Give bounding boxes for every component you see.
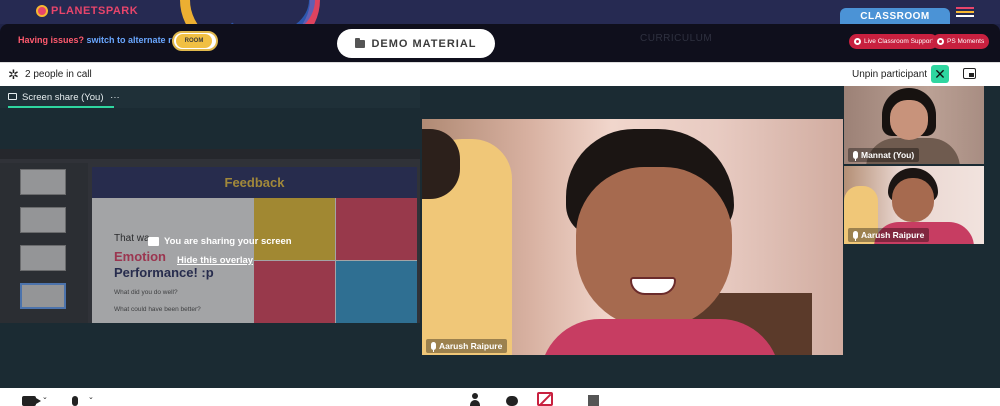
active-tab-underline <box>8 106 114 108</box>
planetspark-logo[interactable]: PLANETSPARK <box>36 5 138 17</box>
folder-icon <box>355 37 366 48</box>
call-controls-bar: ⌄ ⌄ <box>0 388 1000 406</box>
participant-name-tag: Aarush Raipure <box>426 339 508 353</box>
issues-banner: Having issues? switch to alternate room <box>18 35 191 45</box>
chevron-down-icon[interactable]: ⌄ <box>88 393 94 401</box>
mic-icon <box>853 151 858 161</box>
screen-share-tab[interactable]: Screen share (You) ··· <box>0 86 420 108</box>
participant-name-tag: Aarush Raipure <box>848 228 930 242</box>
participant-name: Mannat (You) <box>861 150 915 160</box>
demo-material-button[interactable]: DEMO MATERIAL <box>337 29 495 58</box>
hide-overlay-link[interactable]: Hide this overlay <box>177 255 253 266</box>
unpin-participant-label[interactable]: Unpin participant <box>852 69 927 80</box>
support-icon <box>854 38 861 45</box>
curriculum-label: CURRICULUM <box>640 33 713 44</box>
demo-material-label: DEMO MATERIAL <box>371 37 477 50</box>
ps-moments-button[interactable]: PS Moments <box>932 34 990 49</box>
chat-icon[interactable] <box>506 396 518 406</box>
screen-share-preview: Feedback That wa Emotion Performance! :p… <box>0 149 420 323</box>
screen-share-icon <box>148 237 159 246</box>
mic-icon <box>431 342 436 352</box>
main-video-tile[interactable]: Aarush Raipure <box>422 119 843 355</box>
mic-icon <box>853 231 858 241</box>
stop-share-icon[interactable] <box>537 392 553 406</box>
hamburger-menu-icon[interactable] <box>956 7 974 17</box>
participant-name: Aarush Raipure <box>439 341 503 351</box>
mic-icon[interactable] <box>72 396 78 406</box>
more-options-icon[interactable]: ··· <box>110 92 120 103</box>
grid-icon[interactable] <box>588 395 599 406</box>
screen-share-tab-label: Screen share (You) ··· <box>22 92 120 103</box>
people-count: 2 people in call <box>25 69 92 80</box>
moments-icon <box>937 38 944 45</box>
pip-icon[interactable] <box>963 68 976 79</box>
screen-share-title: Screen share (You) <box>22 92 104 103</box>
logo-text: PLANETSPARK <box>51 5 139 17</box>
top-navbar: PLANETSPARK CLASSROOM <box>0 0 1000 60</box>
room-toggle-label: ROOM <box>176 34 212 48</box>
video-stage: Screen share (You) ··· Feedback That wa … <box>0 86 1000 388</box>
sharing-text: You are sharing your screen <box>164 236 292 247</box>
close-icon[interactable]: ✕ <box>931 65 949 83</box>
participant-tile[interactable]: Mannat (You) <box>844 86 984 164</box>
person-icon[interactable] <box>470 393 480 406</box>
chevron-down-icon[interactable]: ⌄ <box>42 393 48 401</box>
live-support-label: Live Classroom Support <box>864 38 934 45</box>
gear-icon[interactable]: ✲ <box>8 68 19 81</box>
room-toggle[interactable]: ROOM <box>172 31 218 51</box>
participant-tile[interactable]: Aarush Raipure <box>844 166 984 244</box>
participant-name-tag: Mannat (You) <box>848 148 920 162</box>
issues-text: Having issues? <box>18 35 85 45</box>
participant-name: Aarush Raipure <box>861 230 925 240</box>
classroom-header: Having issues? switch to alternate room … <box>0 24 1000 62</box>
camera-icon[interactable] <box>22 396 41 406</box>
ps-moments-label: PS Moments <box>947 38 985 45</box>
live-classroom-support-button[interactable]: Live Classroom Support <box>849 34 939 49</box>
sharing-notice: You are sharing your screen <box>148 236 292 247</box>
monitor-icon <box>8 93 17 100</box>
call-bar: ✲ 2 people in call Unpin participant ✕ <box>0 62 1000 86</box>
participant-video <box>540 129 780 355</box>
planet-icon <box>36 5 48 17</box>
